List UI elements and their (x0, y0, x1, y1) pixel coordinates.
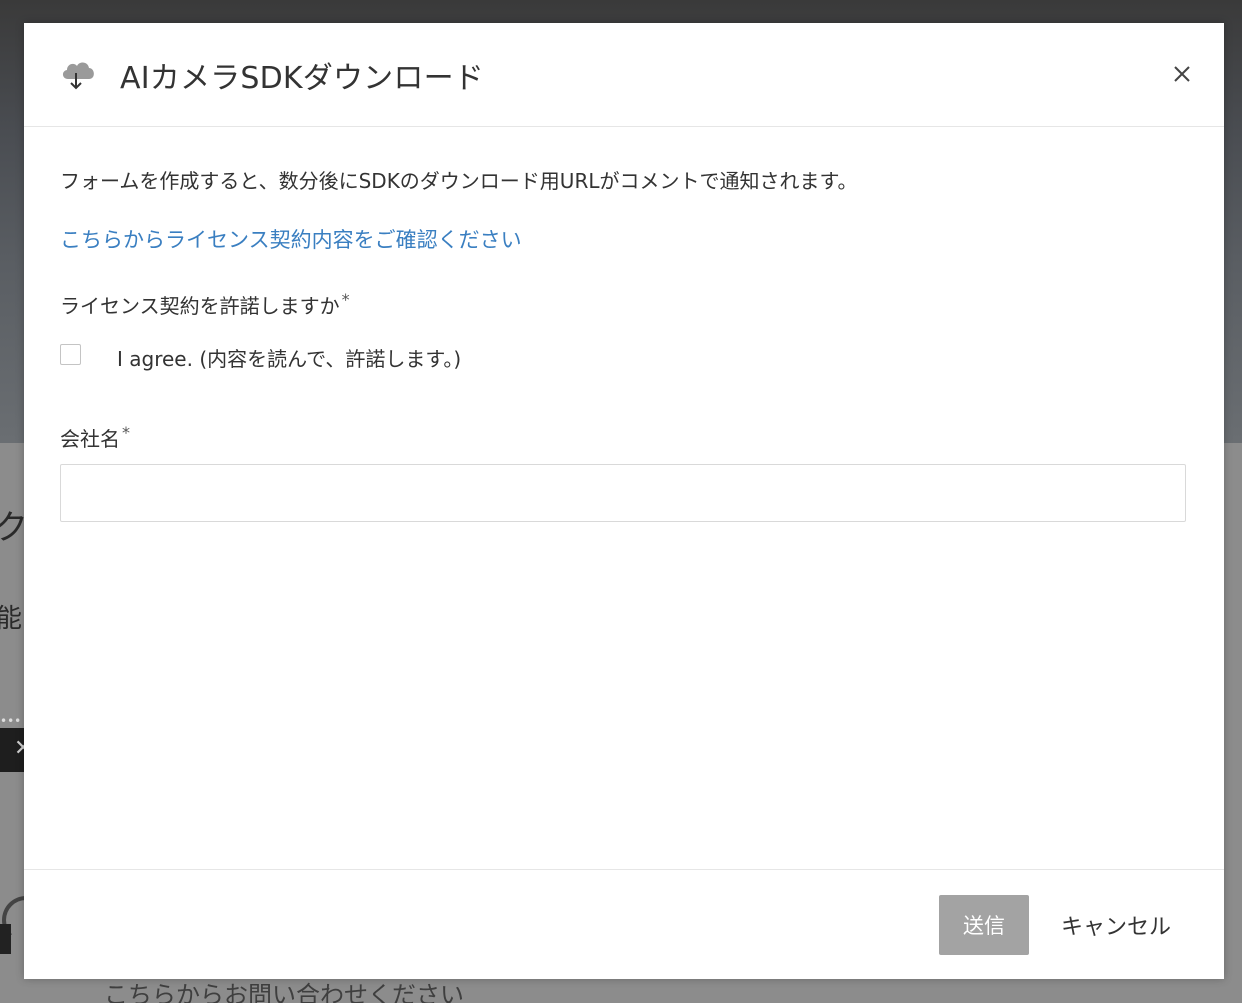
cancel-button[interactable]: キャンセル (1050, 895, 1182, 955)
dialog-title: AIカメラSDKダウンロード (120, 61, 484, 96)
close-icon[interactable] (1167, 59, 1197, 89)
sdk-download-dialog: AIカメラSDKダウンロード フォームを作成すると、数分後にSDKのダウンロード… (24, 23, 1224, 979)
company-name-input[interactable] (60, 464, 1186, 522)
agree-checkbox[interactable] (60, 344, 81, 365)
more-icon: ••• (0, 714, 22, 728)
required-mark: * (341, 290, 350, 309)
headset-earpiece (0, 924, 11, 954)
license-agreement-link[interactable]: こちらからライセンス契約内容をご確認ください (60, 224, 522, 254)
license-agree-label: ライセンス契約を許諾しますか * (60, 290, 350, 319)
agree-checkbox-label[interactable]: I agree. (内容を読んで、許諾します。) (117, 343, 461, 372)
company-name-label-text: 会社名 (60, 427, 120, 451)
license-agree-label-text: ライセンス契約を許諾しますか (60, 294, 340, 318)
company-name-label: 会社名 * (60, 423, 130, 452)
intro-text: フォームを作成すると、数分後にSDKのダウンロード用URLがコメントで通知されま… (60, 169, 858, 193)
required-mark: * (122, 423, 130, 442)
dialog-header: AIカメラSDKダウンロード (24, 23, 1224, 127)
cloud-download-icon (62, 62, 94, 90)
dialog-footer: 送信 キャンセル (24, 869, 1224, 980)
dialog-body: フォームを作成すると、数分後にSDKのダウンロード用URLがコメントで通知されま… (24, 127, 1224, 869)
submit-button[interactable]: 送信 (939, 895, 1029, 955)
background-text-fragment: 能 (0, 604, 23, 634)
